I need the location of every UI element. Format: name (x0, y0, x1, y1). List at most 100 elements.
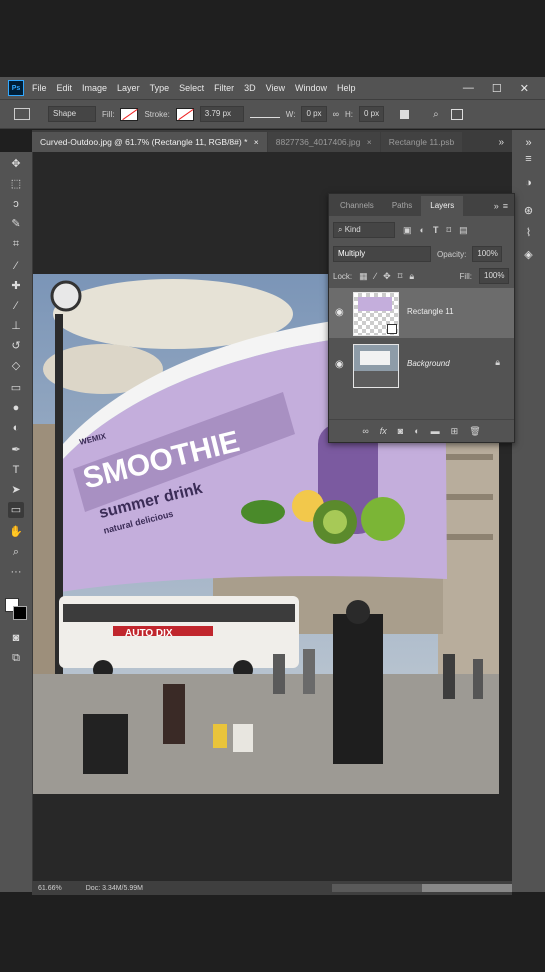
move-tool-icon[interactable]: ✥ (8, 156, 24, 172)
tab-rectangle-11-psb[interactable]: Rectangle 11.psb (380, 132, 463, 152)
menu-file[interactable]: File (32, 83, 47, 93)
quick-select-tool-icon[interactable]: ✎ (8, 216, 24, 232)
path-ops-icon[interactable] (400, 109, 410, 119)
lock-transparent-icon[interactable]: ▦ (359, 271, 368, 282)
lock-pixels-icon[interactable]: ∕ (375, 271, 377, 281)
new-layer-icon[interactable]: ⊞ (451, 426, 459, 437)
close-icon[interactable]: × (254, 137, 259, 147)
width-input[interactable]: 0 px (301, 106, 327, 122)
blur-tool-icon[interactable]: ● (8, 400, 24, 416)
shape-mode-select[interactable]: Shape (48, 106, 96, 122)
fill-swatch[interactable] (120, 107, 139, 121)
shape-tool-preset-icon[interactable] (14, 108, 30, 120)
tab-paths[interactable]: Paths (383, 196, 421, 216)
new-adjustment-icon[interactable]: ◐ (414, 426, 419, 436)
color-swatches[interactable] (5, 598, 27, 620)
zoom-level[interactable]: 61.66% (38, 885, 62, 892)
path-selection-tool-icon[interactable]: ➤ (8, 482, 24, 498)
visibility-eye-icon[interactable]: ◉ (335, 359, 347, 371)
workspace-icon[interactable] (450, 108, 463, 120)
menu-edit[interactable]: Edit (57, 83, 73, 93)
layers-icon[interactable]: ◈ (521, 248, 536, 263)
channels-icon[interactable]: ⊛ (521, 204, 536, 219)
filter-kind-select[interactable]: ⌕ Kind (333, 222, 395, 238)
pen-tool-icon[interactable]: ✒ (8, 442, 24, 458)
add-mask-icon[interactable]: ◙ (398, 426, 403, 436)
menu-select[interactable]: Select (179, 83, 204, 93)
layer-background[interactable]: ◉ Background 🔒︎ (329, 340, 514, 390)
search-icon[interactable]: ⌕ (433, 109, 439, 120)
libraries-icon[interactable]: ≡ (521, 152, 536, 167)
stroke-label: Stroke: (144, 109, 170, 119)
menu-type[interactable]: Type (150, 83, 170, 93)
photoshop-logo: Ps (8, 80, 24, 96)
menu-3d[interactable]: 3D (244, 83, 256, 93)
history-brush-tool-icon[interactable]: ↺ (8, 338, 24, 354)
menu-image[interactable]: Image (82, 83, 107, 93)
collapse-dock-icon[interactable]: » (521, 136, 536, 151)
filter-shape-icon[interactable]: ⌑ (446, 225, 451, 236)
tab-overflow-icon[interactable]: » (498, 137, 504, 148)
lasso-tool-icon[interactable]: ↄ (8, 196, 24, 212)
filter-pixel-icon[interactable]: ▣ (403, 225, 412, 236)
layer-rectangle-11[interactable]: ◉ Rectangle 11 (329, 288, 514, 338)
panel-menu-icon[interactable]: ≡ (503, 201, 508, 211)
minimize-button[interactable]: — (463, 82, 474, 95)
screen-mode-icon[interactable]: ⧉ (8, 650, 24, 666)
lock-artboard-icon[interactable]: ⌑ (398, 271, 403, 282)
zoom-tool-icon[interactable]: ⌕ (8, 544, 24, 560)
stroke-width-input[interactable]: 3.79 px (199, 106, 244, 122)
adjustments-icon[interactable]: ◑ (521, 176, 536, 191)
new-group-icon[interactable]: ▬ (431, 426, 440, 436)
seated-person (163, 684, 185, 744)
filter-type-icon[interactable]: T (433, 225, 439, 235)
maximize-button[interactable]: ☐ (492, 82, 502, 95)
filter-adjustment-icon[interactable]: ◐ (420, 225, 425, 235)
brush-tool-icon[interactable]: ∕ (8, 298, 24, 314)
crop-tool-icon[interactable]: ⌗ (8, 236, 24, 252)
lock-position-icon[interactable]: ✥ (383, 271, 391, 282)
tab-channels[interactable]: Channels (331, 196, 383, 216)
tab-8827736[interactable]: 8827736_4017406.jpg × (267, 132, 380, 152)
quick-mask-icon[interactable]: ◙ (8, 630, 24, 646)
menu-layer[interactable]: Layer (117, 83, 140, 93)
menu-view[interactable]: View (266, 83, 285, 93)
tab-curved-outdoor[interactable]: Curved-Outdoo.jpg @ 61.7% (Rectangle 11,… (32, 132, 267, 152)
more-tools-icon[interactable]: ··· (8, 564, 24, 580)
fill-label: Fill: (459, 271, 472, 281)
doc-size: Doc: 3.34M/5.99M (85, 884, 143, 892)
background-color-swatch[interactable] (13, 606, 27, 620)
hand-tool-icon[interactable]: ✋ (8, 524, 24, 540)
panel-collapse-icon[interactable]: » (494, 201, 499, 211)
close-icon[interactable]: × (367, 137, 372, 147)
type-tool-icon[interactable]: T (8, 462, 24, 478)
visibility-eye-icon[interactable]: ◉ (335, 307, 347, 319)
stroke-swatch[interactable] (175, 107, 194, 121)
opacity-input[interactable]: 100% (472, 246, 503, 262)
rectangle-tool-icon[interactable]: ▭ (8, 502, 24, 518)
filter-smart-icon[interactable]: ▤ (459, 225, 468, 236)
menu-window[interactable]: Window (295, 83, 327, 93)
clone-stamp-tool-icon[interactable]: ⊥ (8, 318, 24, 334)
marquee-tool-icon[interactable]: ⬚ (8, 176, 24, 192)
eraser-tool-icon[interactable]: ◇ (8, 358, 24, 374)
fill-input[interactable]: 100% (479, 268, 509, 284)
close-window-button[interactable]: ✕ (520, 82, 529, 95)
height-input[interactable]: 0 px (358, 106, 385, 122)
healing-brush-tool-icon[interactable]: ✚ (8, 278, 24, 294)
menu-help[interactable]: Help (337, 83, 356, 93)
stroke-type-select[interactable] (249, 105, 280, 118)
dodge-tool-icon[interactable]: ◐ (8, 420, 24, 436)
menu-filter[interactable]: Filter (214, 83, 234, 93)
gradient-tool-icon[interactable]: ▭ (8, 380, 24, 396)
blend-mode-select[interactable]: Multiply (333, 246, 431, 262)
delete-layer-icon[interactable]: 🗑︎ (469, 426, 480, 437)
paths-icon[interactable]: ⌇ (521, 226, 536, 241)
eyedropper-tool-icon[interactable]: ⁄ (8, 258, 24, 274)
link-icon[interactable]: ∞ (333, 109, 339, 119)
horizontal-scrollbar[interactable] (332, 884, 512, 892)
link-layers-icon[interactable]: ∞ (362, 426, 368, 436)
lock-all-icon[interactable]: 🔒︎ (409, 271, 414, 282)
layer-style-icon[interactable]: fx (380, 426, 387, 436)
tab-layers[interactable]: Layers (421, 196, 464, 216)
